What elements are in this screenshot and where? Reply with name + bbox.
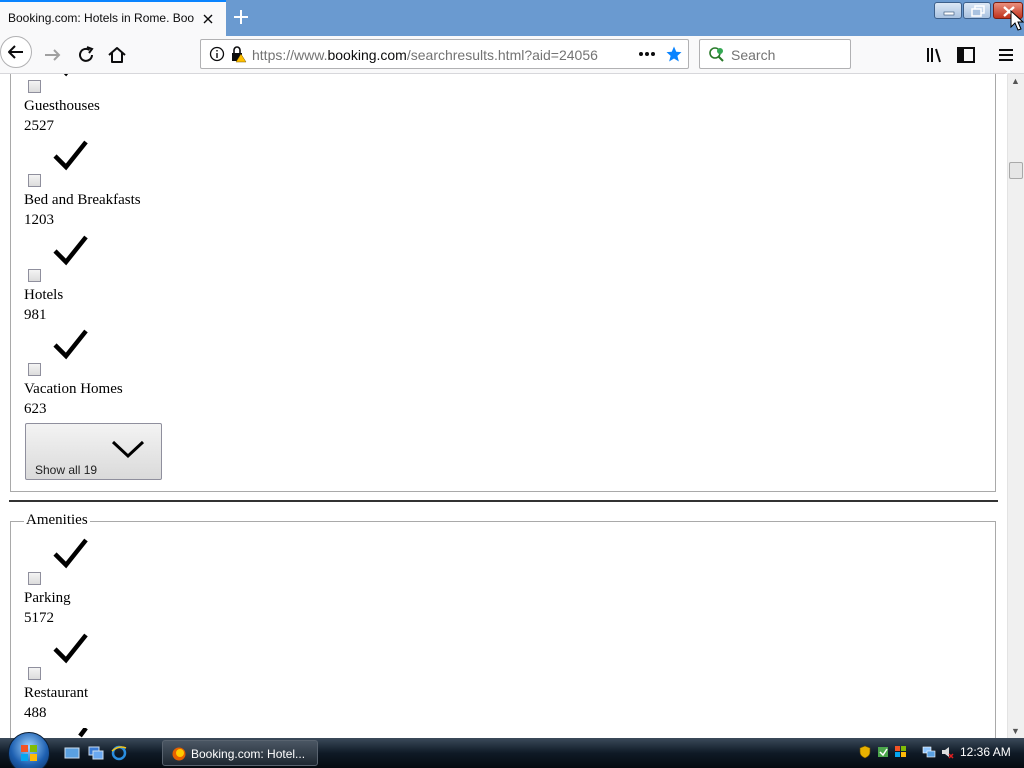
filter-count: 488 [24, 705, 47, 721]
filter-parking[interactable]: Parking 5172 [24, 538, 184, 662]
filter-label: Hotels [24, 287, 64, 303]
chevron-down-icon [111, 440, 145, 459]
scroll-down-arrow-icon[interactable]: ▼ [1011, 726, 1020, 736]
volume-muted-icon[interactable] [940, 745, 954, 759]
navigation-toolbar: https://www.booking.com/searchresults.ht… [0, 36, 1024, 74]
system-tray: 12:36 AM [854, 738, 1024, 768]
filter-guesthouses[interactable]: Guesthouses 2527 [24, 74, 184, 170]
new-tab-icon[interactable] [230, 6, 252, 28]
checkmark-icon [53, 235, 88, 266]
back-button[interactable] [0, 36, 32, 68]
filter-label: Guesthouses [24, 98, 100, 114]
taskbar-item-firefox[interactable]: Booking.com: Hotel... [162, 740, 318, 766]
filter-checkbox[interactable] [28, 269, 41, 282]
scroll-up-arrow-icon[interactable]: ▲ [1011, 76, 1020, 86]
internet-explorer-icon[interactable] [111, 745, 127, 761]
filter-checkbox[interactable] [28, 667, 41, 680]
checkmark-icon [78, 728, 88, 738]
url-bar[interactable]: https://www.booking.com/searchresults.ht… [200, 39, 689, 69]
windows-logo-icon [21, 745, 37, 761]
home-icon[interactable] [105, 43, 129, 67]
url-text[interactable]: https://www.booking.com/searchresults.ht… [252, 47, 602, 63]
security-shield-icon[interactable] [858, 745, 872, 759]
show-all-label: Show all 19 [35, 463, 98, 477]
checkmark-icon [53, 633, 88, 664]
search-bar[interactable]: Search [699, 39, 851, 69]
close-tab-icon[interactable] [200, 11, 216, 27]
checkmark-icon [63, 74, 69, 77]
filter-count: 1203 [24, 212, 54, 228]
filter-hotels[interactable]: Hotels 981 [24, 235, 184, 359]
filter-label: Restaurant [24, 685, 89, 701]
filter-count: 5172 [24, 610, 54, 626]
filter-label: Parking [24, 590, 71, 606]
minimize-button[interactable] [934, 2, 962, 19]
switch-windows-icon[interactable] [88, 745, 104, 761]
sidebar-icon[interactable] [954, 43, 978, 67]
checkmark-icon [53, 538, 88, 569]
firefox-icon [172, 747, 186, 761]
amenities-legend: Amenities [24, 512, 90, 529]
checkmark-icon [53, 140, 88, 171]
tab-strip: Booking.com: Hotels in Rome. Boo [0, 0, 1024, 36]
windows-flag-icon[interactable] [894, 745, 908, 759]
bookmark-star-icon[interactable] [665, 45, 683, 63]
menu-icon[interactable] [994, 43, 1018, 67]
filter-checkbox[interactable] [28, 363, 41, 376]
filter-restaurant[interactable]: Restaurant 488 [24, 633, 184, 738]
reload-icon[interactable] [74, 43, 98, 67]
show-all-button[interactable]: Show all 19 [25, 423, 162, 480]
filter-checkbox[interactable] [28, 174, 41, 187]
library-icon[interactable] [923, 43, 947, 67]
filter-count: 981 [24, 307, 47, 323]
network-icon[interactable] [922, 745, 936, 759]
forward-arrow-icon[interactable] [41, 43, 65, 67]
clock[interactable]: 12:36 AM [960, 745, 1011, 759]
taskbar: Booking.com: Hotel... 12:36 AM [0, 732, 1024, 768]
page-actions-icon[interactable] [638, 51, 656, 57]
search-placeholder: Search [731, 47, 776, 63]
restore-button[interactable] [963, 2, 991, 19]
start-button[interactable] [8, 732, 50, 768]
filter-checkbox[interactable] [28, 80, 41, 93]
info-icon[interactable] [209, 46, 225, 62]
search-icon [709, 47, 724, 62]
vertical-scrollbar[interactable]: ▲ ▼ [1007, 74, 1024, 738]
back-arrow-icon [8, 45, 23, 59]
page-content: Guesthouses 2527 Bed and Breakfasts 1203… [0, 74, 1007, 738]
tab-title: Booking.com: Hotels in Rome. Boo [8, 11, 194, 25]
filter-label: Bed and Breakfasts [24, 192, 141, 208]
checkmark-icon [53, 329, 88, 360]
section-divider [9, 500, 998, 502]
filter-count: 2527 [24, 118, 54, 134]
filter-checkbox[interactable] [28, 572, 41, 585]
filter-count: 623 [24, 401, 47, 417]
filter-label: Vacation Homes [24, 381, 123, 397]
filter-bed-and-breakfasts[interactable]: Bed and Breakfasts 1203 [24, 140, 184, 264]
update-icon[interactable] [876, 745, 890, 759]
mouse-cursor-icon [1010, 10, 1024, 31]
show-desktop-icon[interactable] [64, 745, 80, 761]
lock-warning-icon[interactable] [229, 45, 247, 63]
taskbar-item-label: Booking.com: Hotel... [191, 747, 306, 761]
browser-tab[interactable]: Booking.com: Hotels in Rome. Boo [0, 0, 226, 36]
scroll-thumb[interactable] [1009, 162, 1023, 179]
